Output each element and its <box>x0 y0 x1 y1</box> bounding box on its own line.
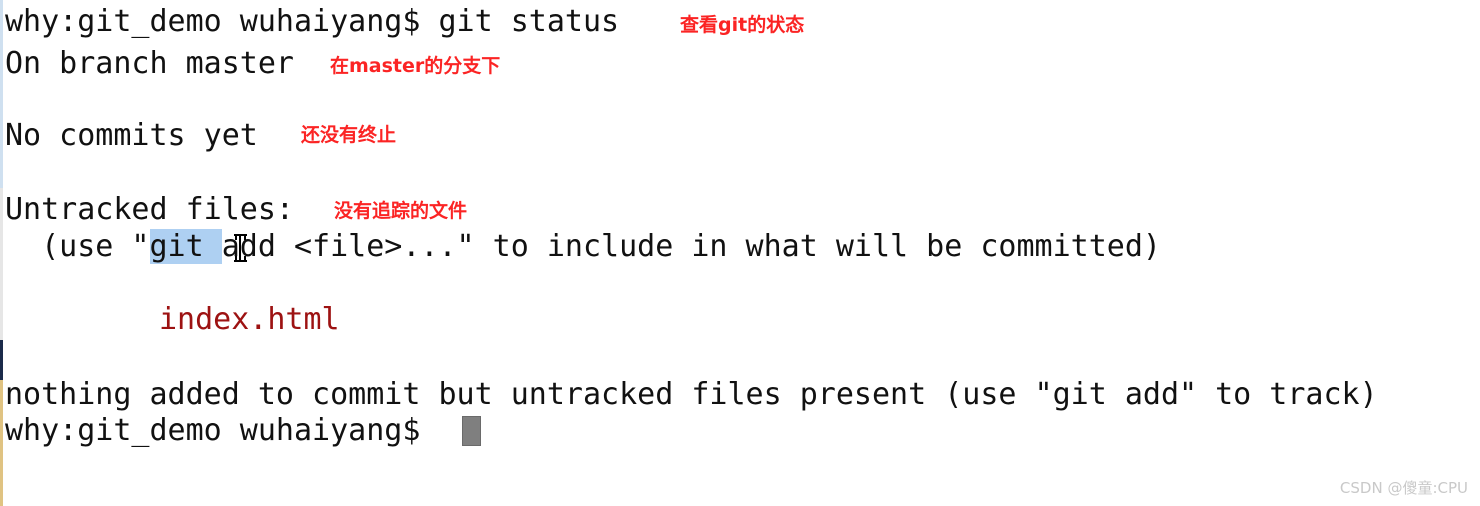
terminal-line-summary: nothing added to commit but untracked fi… <box>5 377 1378 412</box>
window-edge-tan <box>0 380 3 506</box>
annotation-no-commits: 还没有终止 <box>301 124 397 146</box>
terminal-line-prompt-trailing: why:git_demo wuhaiyang$ <box>5 413 439 448</box>
window-edge-navy <box>0 340 3 380</box>
terminal-line-no-commits: No commits yet <box>5 118 258 153</box>
window-edge-gray <box>0 188 3 340</box>
selected-text-git[interactable]: git <box>149 229 222 264</box>
terminal-line-untracked-header: Untracked files: <box>5 192 294 227</box>
hint-text-after-selection: add <file>..." to include in what will b… <box>221 229 1161 264</box>
terminal-line-branch: On branch master <box>5 46 294 81</box>
hint-text-before-selection: (use " <box>5 229 150 264</box>
terminal-block-cursor <box>462 416 481 446</box>
annotation-status: 查看git的状态 <box>680 14 805 36</box>
terminal-window[interactable]: why:git_demo wuhaiyang$ git status 查看git… <box>0 0 1480 506</box>
text-cursor-icon <box>234 233 247 263</box>
csdn-watermark: CSDN @傻童:CPU <box>1339 479 1468 497</box>
window-edge-blue <box>0 0 3 188</box>
terminal-line-untracked-file: index.html <box>159 302 340 337</box>
annotation-branch: 在master的分支下 <box>330 55 501 77</box>
terminal-line-prompt-command: why:git_demo wuhaiyang$ git status <box>5 4 620 39</box>
terminal-line-hint: (use "git add <file>..." to include in w… <box>5 229 1161 265</box>
annotation-untracked: 没有追踪的文件 <box>334 200 468 222</box>
